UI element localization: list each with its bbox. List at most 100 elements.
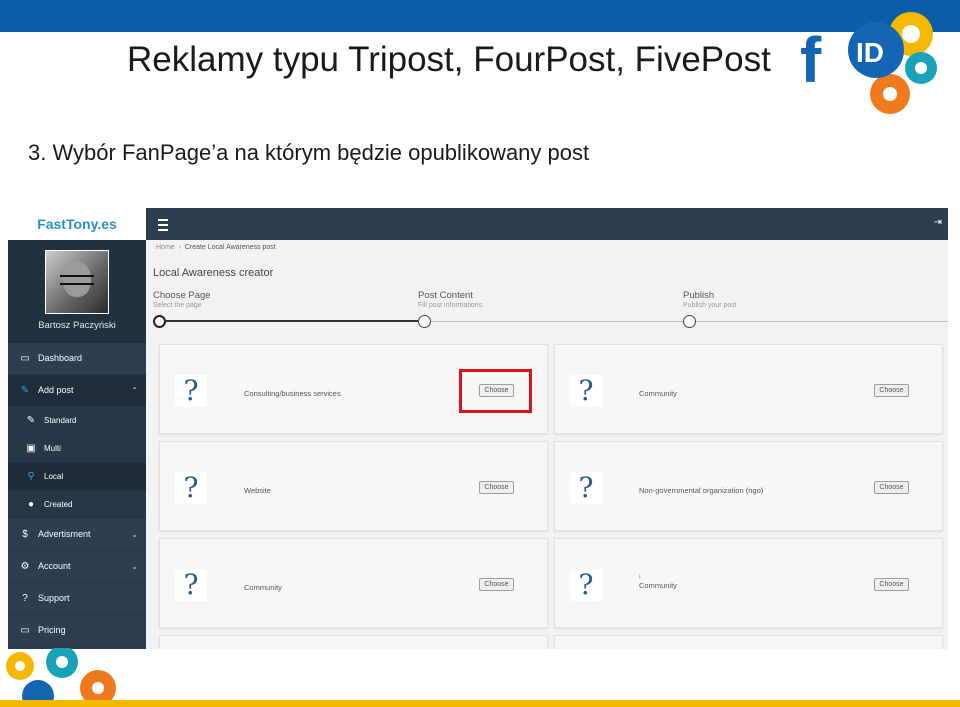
- brand-logo[interactable]: FastTony.es: [8, 208, 146, 240]
- sidebar-item-standard[interactable]: ✎ Standard: [8, 407, 146, 435]
- page-card: ? I Community Choose: [554, 538, 943, 628]
- breadcrumb-current: Create Local Awareness post: [184, 244, 276, 251]
- sidebar-item-account[interactable]: ⚙ Account ⌄: [8, 551, 146, 583]
- menu-toggle-icon[interactable]: [158, 219, 168, 231]
- gear-icon: [6, 652, 34, 680]
- logo-text: ID: [856, 37, 884, 68]
- sidebar-item-label: Local: [44, 472, 64, 481]
- sidebar-item-label: Support: [38, 593, 70, 603]
- page-category: I Community: [639, 575, 677, 590]
- cogs-icon: ⚙: [20, 561, 30, 572]
- avatar[interactable]: [45, 250, 109, 314]
- page-placeholder-icon: ?: [570, 375, 602, 407]
- page-category: Consulting/business services: [244, 389, 341, 398]
- page-placeholder-icon: ?: [175, 569, 207, 601]
- choose-button[interactable]: Choose: [874, 578, 909, 591]
- page-category-label: Community: [639, 581, 677, 590]
- step-title: Publish: [683, 290, 715, 301]
- step-desc: Fill post informations: [418, 302, 483, 309]
- user-name: Bartosz Paczyński: [38, 320, 116, 331]
- page-card: [554, 635, 943, 649]
- page-category: Non-governmental organization (ngo): [639, 486, 764, 495]
- wizard-steps: Choose Page Select the page Post Content…: [146, 290, 948, 330]
- money-icon: ▭: [20, 625, 30, 636]
- sidebar-item-label: Pricing: [38, 625, 66, 635]
- gear-icon: [46, 648, 78, 678]
- sidebar-item-label: Standard: [44, 416, 77, 425]
- sidebar-item-dashboard[interactable]: ▭ Dashboard: [8, 343, 146, 375]
- step-marker: [683, 315, 696, 328]
- choose-button[interactable]: Choose: [874, 384, 909, 397]
- chevron-down-icon: ⌄: [131, 530, 138, 539]
- decorative-gears: [6, 648, 116, 707]
- step-title: Choose Page: [153, 290, 211, 301]
- sidebar-item-label: Add post: [38, 385, 74, 395]
- gear-icon: [870, 74, 910, 114]
- sidebar-item-support[interactable]: ? Support: [8, 583, 146, 615]
- edit-icon: ✎: [20, 385, 30, 396]
- step-desc: Select the page: [153, 302, 202, 309]
- chevron-down-icon: ⌄: [131, 562, 138, 571]
- monitor-icon: ▭: [20, 353, 30, 364]
- page-card: ? Consulting/business services Choose: [159, 344, 548, 434]
- sidebar-item-label: Dashboard: [38, 353, 83, 363]
- page-title: Local Awareness creator: [153, 267, 274, 279]
- sidebar-item-created[interactable]: ● Created: [8, 491, 146, 519]
- page-card: ? Non-governmental organization (ngo) Ch…: [554, 441, 943, 531]
- user-profile: Bartosz Paczyński: [8, 240, 146, 343]
- step-marker: [418, 315, 431, 328]
- page-category: Community: [244, 583, 282, 592]
- sidebar-item-label: Multi: [44, 444, 61, 453]
- sidebar-item-multi[interactable]: ▣ Multi: [8, 435, 146, 463]
- logout-icon[interactable]: ⇥: [934, 217, 942, 228]
- step-title: Post Content: [418, 290, 473, 301]
- page-placeholder-icon: ?: [570, 472, 602, 504]
- page-card: ? Community Choose: [159, 538, 548, 628]
- page-placeholder-icon: ?: [175, 472, 207, 504]
- slide-bottom-strip: [0, 700, 960, 707]
- slide-subtitle: 3. Wybór FanPage’a na którym będzie opub…: [28, 140, 590, 165]
- wizard-step-post-content[interactable]: Post Content Fill post informations: [418, 290, 538, 328]
- page-category: Website: [244, 486, 271, 495]
- dollar-icon: $: [22, 529, 28, 540]
- top-header: ⇥: [146, 208, 948, 240]
- image-icon: ▣: [26, 443, 36, 454]
- page-placeholder-icon: ?: [570, 569, 602, 601]
- sidebar: FastTony.es Bartosz Paczyński ▭ Dashboar…: [8, 208, 146, 649]
- map-pin-icon: ⚲: [27, 471, 35, 482]
- wizard-step-choose-page[interactable]: Choose Page Select the page: [153, 290, 273, 328]
- sidebar-nav: ▭ Dashboard ✎ Add post ⌃ ✎ Standard ▣ Mu…: [8, 343, 146, 647]
- sidebar-item-advertisment[interactable]: $ Advertisment ⌄: [8, 519, 146, 551]
- step-desc: Publish your post: [683, 302, 737, 309]
- wizard-step-publish[interactable]: Publish Publish your post: [683, 290, 803, 328]
- sidebar-item-label: Created: [44, 500, 73, 509]
- gear-icon: [905, 52, 937, 84]
- breadcrumb-home[interactable]: Home: [156, 244, 175, 251]
- sidebar-item-local[interactable]: ⚲ Local: [8, 463, 146, 491]
- chevron-up-icon: ⌃: [131, 386, 138, 395]
- wizard-track-done: [158, 320, 418, 322]
- choose-button[interactable]: Choose: [874, 481, 909, 494]
- breadcrumb: Home › Create Local Awareness post: [156, 244, 276, 251]
- choose-button[interactable]: Choose: [479, 481, 514, 494]
- sidebar-item-label: Advertisment: [38, 529, 91, 539]
- slide-title: Reklamy typu Tripost, FourPost, FivePost: [127, 40, 771, 79]
- step-marker: [153, 315, 166, 328]
- sidebar-item-add-post[interactable]: ✎ Add post ⌃: [8, 375, 146, 407]
- highlight-box: [459, 369, 532, 413]
- svg-text:f: f: [800, 24, 822, 96]
- page-card: ? Community Choose: [554, 344, 943, 434]
- question-circle-icon: ?: [22, 593, 28, 604]
- edit-icon: ✎: [26, 415, 36, 426]
- breadcrumb-separator: ›: [178, 244, 181, 251]
- user-icon: ●: [27, 499, 35, 510]
- sidebar-item-pricing[interactable]: ▭ Pricing: [8, 615, 146, 647]
- main-content: ⇥ Home › Create Local Awareness post Loc…: [146, 208, 948, 649]
- sidebar-item-label: Account: [38, 561, 71, 571]
- page-category: Community: [639, 389, 677, 398]
- page-card: ? Website Choose: [159, 441, 548, 531]
- choose-button[interactable]: Choose: [479, 578, 514, 591]
- fid-logo: f ID: [800, 12, 937, 114]
- app-screenshot: FastTony.es Bartosz Paczyński ▭ Dashboar…: [8, 208, 948, 649]
- page-card: [159, 635, 548, 649]
